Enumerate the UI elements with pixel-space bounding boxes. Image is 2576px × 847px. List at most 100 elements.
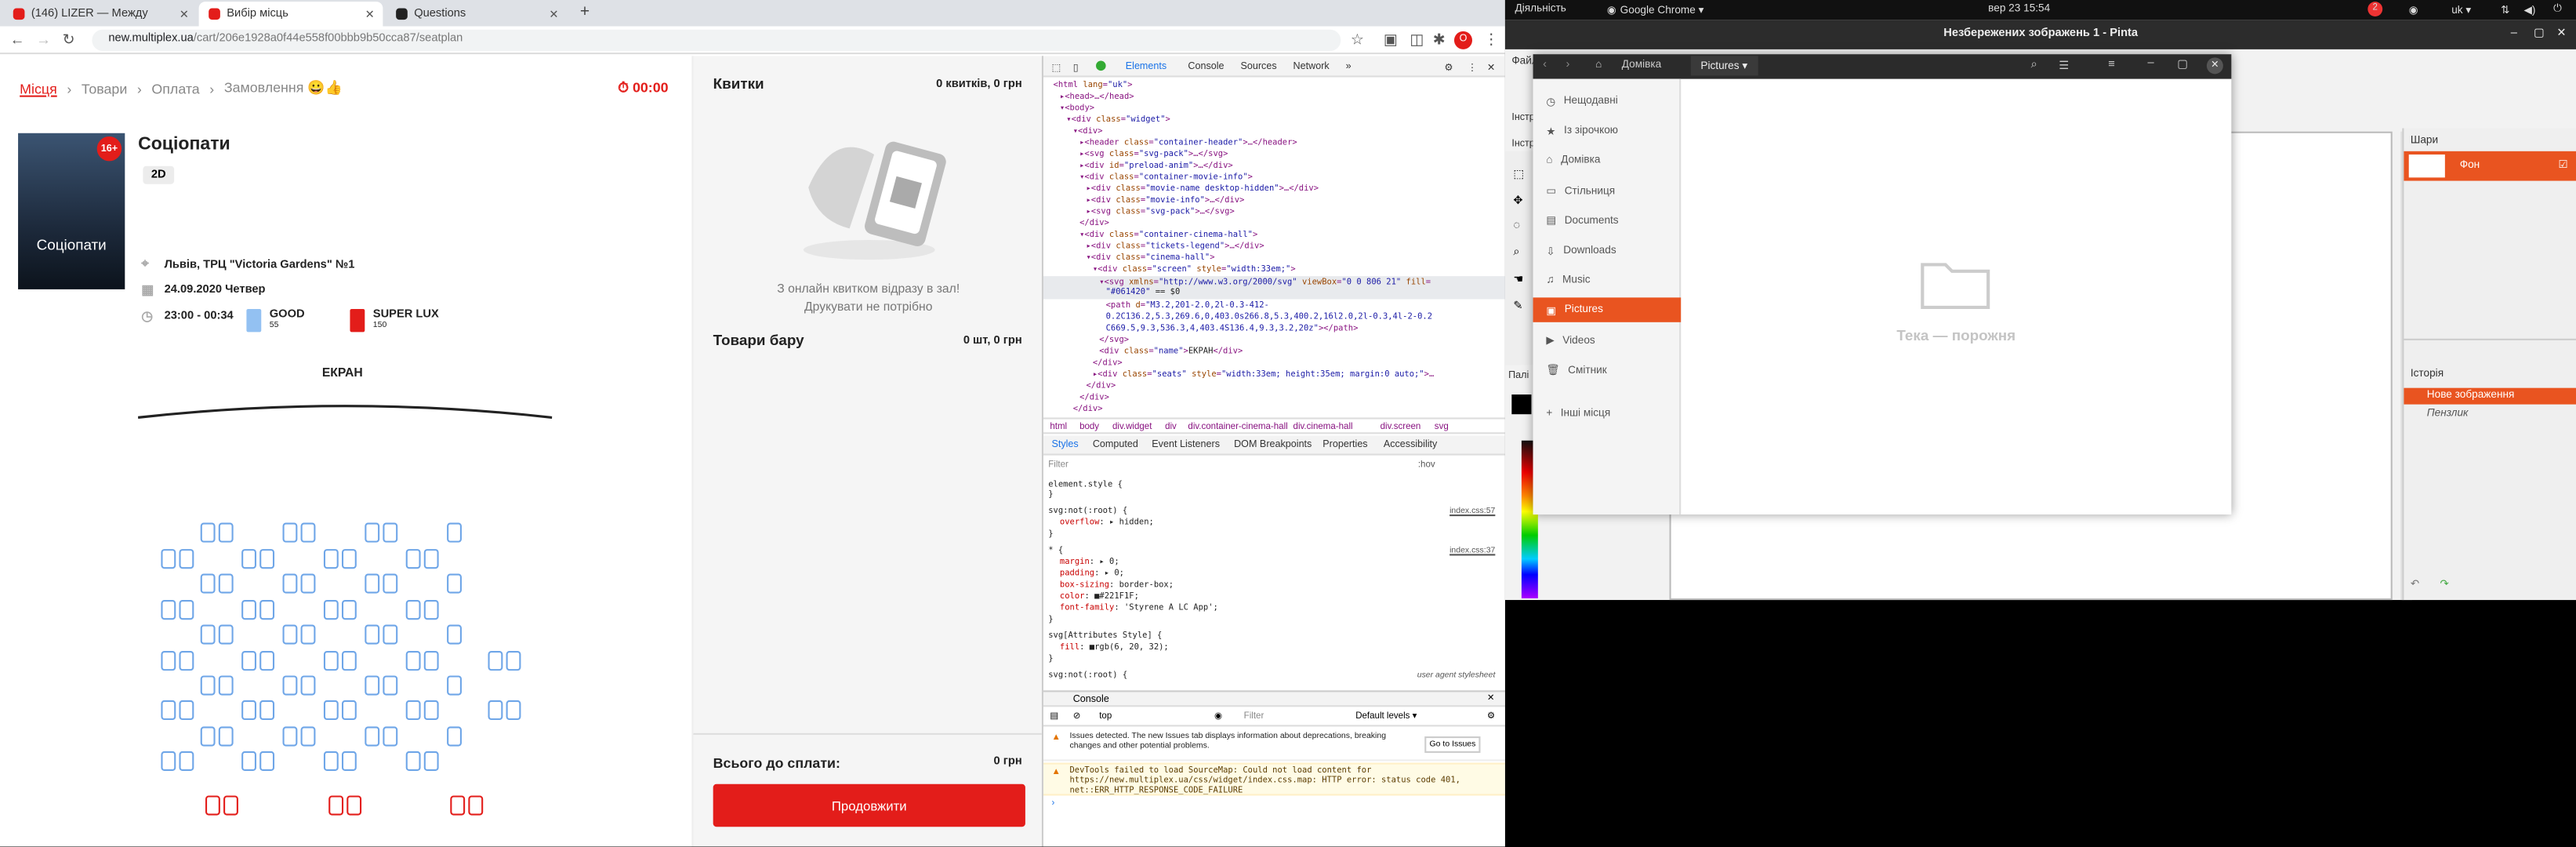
notification-badge[interactable]: 2 [2367,2,2383,16]
source-link[interactable]: index.css:57 [1449,507,1495,517]
seat[interactable] [282,573,298,594]
computed-tab[interactable]: Computed [1093,441,1138,451]
seat[interactable] [300,573,316,594]
sidebar-item[interactable]: + Інші місця [1533,401,1682,425]
seat[interactable] [161,651,176,671]
gear-icon[interactable]: ⚙ [1444,63,1453,75]
step-order[interactable]: Замовлення 😀👍 [224,79,343,97]
tab-lizer[interactable]: (146) LIZER — Между ✕ [3,2,197,26]
path-home[interactable]: Домівка [1622,59,1661,71]
close-icon[interactable]: ✕ [549,7,558,21]
primary-color[interactable] [1511,394,1532,415]
seat[interactable] [383,675,398,696]
sidebar-item[interactable]: ◷ Нещодавні [1533,89,1682,113]
devtools-tab-sources[interactable]: Sources [1240,63,1276,73]
crumb[interactable]: html [1050,423,1067,433]
address-bar[interactable]: new.multiplex.ua/cart/206e1928a0f44e558f… [92,29,1341,51]
seat[interactable] [179,549,194,569]
seat[interactable] [447,573,462,594]
context-select[interactable]: top [1099,712,1112,722]
seat[interactable] [200,573,216,594]
avatar[interactable]: O [1453,31,1473,49]
pencil-icon[interactable]: ✎ [1513,299,1522,313]
move-tool-icon[interactable]: ✥ [1513,194,1522,207]
back-icon[interactable]: ← [10,31,25,48]
seat[interactable] [161,751,176,772]
seat[interactable] [218,573,234,594]
maximize-icon[interactable]: ▢ [2534,20,2545,49]
close-icon[interactable]: ✕ [1487,63,1496,75]
seat[interactable] [383,624,398,645]
devtools-more-tabs[interactable]: » [1346,63,1351,73]
close-icon[interactable]: ✕ [2556,20,2566,49]
clear-icon[interactable]: ⊘ [1073,712,1081,722]
redo-icon[interactable]: ↷ [2440,577,2449,591]
menu-icon[interactable]: ⋮ [1484,31,1499,49]
seat[interactable] [323,700,339,721]
seat[interactable] [282,624,298,645]
devtools-tab-console[interactable]: Console [1188,63,1224,73]
crumb[interactable]: div.widget [1112,423,1152,433]
home-icon[interactable]: ⌂ [1595,59,1602,71]
crumb[interactable]: div.container-cinema-hall [1188,423,1287,433]
sidebar-item[interactable]: 🗑 Смітник [1533,358,1682,383]
seat[interactable] [447,624,462,645]
network-icon[interactable]: ⇅ [2501,3,2509,16]
zoom-icon[interactable]: ⌕ [1513,246,1519,260]
sidebar-item[interactable]: ⇩ Downloads [1533,238,1682,263]
seat[interactable] [383,726,398,747]
console-prompt-icon[interactable]: › [1051,799,1054,809]
properties-tab[interactable]: Properties [1322,441,1367,451]
seat[interactable] [200,675,216,696]
sidebar-item[interactable]: ▣ Pictures [1533,298,1682,323]
seat[interactable] [323,600,339,620]
seat[interactable] [259,549,275,569]
maximize-icon[interactable]: ▢ [2177,57,2188,71]
language-select[interactable]: uk ▾ [2451,3,2471,16]
seat[interactable] [241,700,256,721]
crumb[interactable]: svg [1435,423,1449,433]
seat[interactable] [218,675,234,696]
seat[interactable] [365,726,380,747]
sidebar-item[interactable]: ▶ Videos [1533,328,1682,352]
forward-icon[interactable]: › [1566,59,1569,71]
volume-icon[interactable]: ◀) [2523,3,2535,16]
seat[interactable] [161,549,176,569]
styles-filter-input[interactable]: Filter [1048,460,1068,471]
app-menu[interactable]: Google Chrome ▾ [1620,3,1704,16]
puzzle-icon[interactable]: ✱ [1433,31,1446,49]
seat[interactable] [447,675,462,696]
go-to-issues-button[interactable]: Go to Issues [1424,736,1481,753]
back-icon[interactable]: ‹ [1543,59,1547,71]
tab-questions[interactable]: Questions ✕ [386,2,568,26]
seat-super-lux[interactable] [205,795,220,816]
seat[interactable] [405,700,421,721]
sidebar-item[interactable]: ★ Із зірочкою [1533,118,1682,143]
forward-icon[interactable]: → [36,31,51,48]
menu-icon[interactable]: ⋮ [1468,63,1478,75]
seat[interactable] [179,700,194,721]
undo-icon[interactable]: ↶ [2411,577,2419,591]
seat[interactable] [200,726,216,747]
seat[interactable] [323,751,339,772]
seat[interactable] [259,600,275,620]
seat[interactable] [341,600,357,620]
reload-icon[interactable]: ↻ [63,31,75,49]
sidebar-icon[interactable]: ▤ [1050,712,1058,722]
hov-toggle[interactable]: :hov [1418,460,1435,471]
seat[interactable] [300,624,316,645]
seat[interactable] [383,573,398,594]
seat-super-lux[interactable] [328,795,344,816]
styles-tab[interactable]: Styles [1051,441,1078,451]
seat[interactable] [383,522,398,543]
seat[interactable] [341,549,357,569]
seat[interactable] [488,651,503,671]
continue-button[interactable]: Продовжити [713,783,1025,827]
seat[interactable] [161,600,176,620]
history-item[interactable]: Нове зображення [2404,387,2576,405]
seat-super-lux[interactable] [223,795,238,816]
gear-icon[interactable]: ⚙ [1487,712,1495,722]
eye-icon[interactable]: ◉ [1214,712,1222,722]
sidebar-item[interactable]: ⌂ Домівка [1533,148,1682,173]
seat[interactable] [179,651,194,671]
